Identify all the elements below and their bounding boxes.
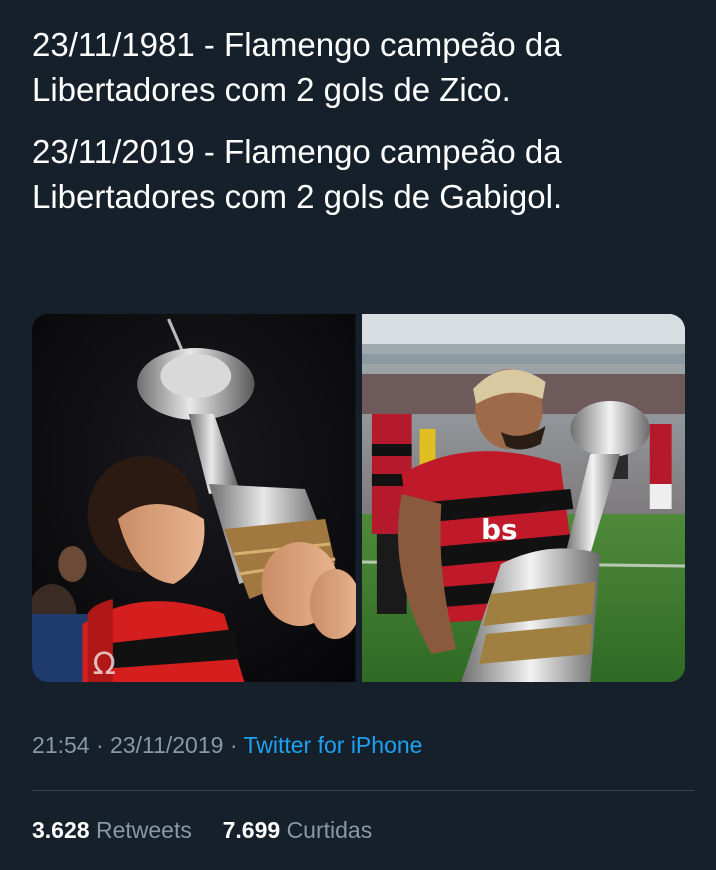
divider xyxy=(32,790,694,791)
tweet-time: 21:54 xyxy=(32,732,90,758)
likes-count: 7.699 xyxy=(222,817,281,843)
tweet-source-link[interactable]: Twitter for iPhone xyxy=(243,732,422,758)
tweet-line-1: 23/11/1981 - Flamengo campeão da Liberta… xyxy=(32,26,562,108)
photo-zico-kissing-trophy-icon: Ω xyxy=(32,314,356,682)
tweet-text: 23/11/1981 - Flamengo campeão da Liberta… xyxy=(32,22,692,236)
tweet-line-2: 23/11/2019 - Flamengo campeão da Liberta… xyxy=(32,133,563,215)
likes-label: Curtidas xyxy=(286,817,373,843)
tweet-stats: 3.628 Retweets 7.699 Curtidas xyxy=(32,817,372,844)
tweet-meta: 21:54 · 23/11/2019 · Twitter for iPhone xyxy=(32,732,422,759)
photo-gabigol-kissing-trophy-icon: bs xyxy=(361,314,685,682)
retweets-stat[interactable]: 3.628 Retweets xyxy=(32,817,198,843)
photo-gabigol-trophy[interactable]: bs xyxy=(361,314,685,682)
tweet-media[interactable]: Ω bs xyxy=(32,314,685,682)
tweet-date[interactable]: 23/11/2019 xyxy=(110,732,223,758)
likes-stat[interactable]: 7.699 Curtidas xyxy=(223,817,373,843)
photo-zico-trophy[interactable]: Ω xyxy=(32,314,356,682)
svg-text:bs: bs xyxy=(481,513,517,546)
meta-separator-2: · xyxy=(229,732,238,758)
svg-text:Ω: Ω xyxy=(93,647,116,682)
retweets-count: 3.628 xyxy=(32,817,90,843)
retweets-label: Retweets xyxy=(95,817,192,843)
meta-separator-1: · xyxy=(95,732,104,758)
